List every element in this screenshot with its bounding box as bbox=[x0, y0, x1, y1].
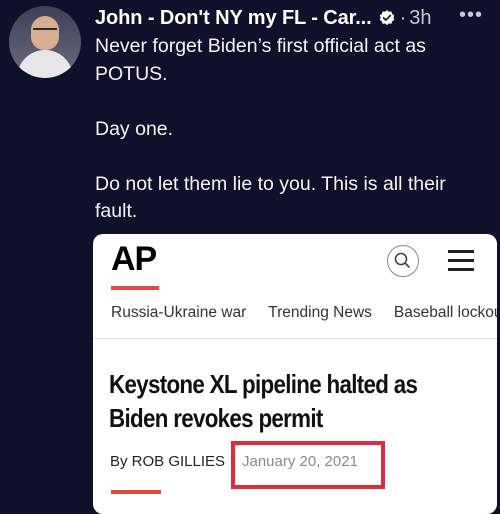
tweet-text-line: Never forget Biden’s first official act … bbox=[95, 35, 426, 57]
headline-line: Keystone XL pipeline halted as bbox=[109, 369, 418, 399]
attached-image-ap-article[interactable]: AP Russia-Ukraine war Trending News Base… bbox=[93, 234, 497, 514]
date-highlight-box bbox=[231, 441, 385, 489]
tweet-timestamp[interactable]: 3h bbox=[409, 7, 431, 30]
avatar-glasses bbox=[33, 28, 57, 36]
headline-line: Biden revokes permit bbox=[109, 403, 323, 433]
tweet-text-line: Day one. bbox=[95, 118, 174, 140]
article-accent-bar bbox=[111, 490, 161, 494]
tweet-text-line: fault. bbox=[95, 200, 138, 222]
avatar[interactable] bbox=[9, 6, 81, 78]
verified-badge-icon bbox=[378, 9, 396, 27]
logo-underline bbox=[111, 286, 159, 290]
search-icon[interactable] bbox=[387, 245, 419, 277]
nav-item-russia-ukraine[interactable]: Russia-Ukraine war bbox=[111, 304, 246, 322]
tweet-text-line: Do not let them lie to you. This is all … bbox=[95, 173, 446, 195]
nav-item-baseball[interactable]: Baseball lockou bbox=[394, 304, 497, 322]
ap-nav: Russia-Ukraine war Trending News Basebal… bbox=[111, 304, 497, 322]
hamburger-menu-icon[interactable] bbox=[448, 248, 474, 272]
tweet-text-line: POTUS. bbox=[95, 63, 168, 85]
tweet-header: John - Don't NY my FL - Car... · 3h bbox=[95, 2, 432, 34]
article-byline: By ROB GILLIES bbox=[110, 453, 226, 470]
avatar-shoulders bbox=[17, 50, 73, 78]
divider bbox=[93, 338, 497, 339]
article-headline: Keystone XL pipeline halted as Biden rev… bbox=[109, 367, 440, 435]
tweet: John - Don't NY my FL - Car... · 3h ••• … bbox=[0, 0, 500, 514]
ap-logo: AP bbox=[111, 240, 157, 278]
nav-item-trending[interactable]: Trending News bbox=[268, 304, 372, 322]
display-name[interactable]: John - Don't NY my FL - Car... bbox=[95, 7, 372, 30]
separator-dot: · bbox=[399, 6, 407, 29]
more-dots-icon[interactable]: ••• bbox=[459, 4, 483, 27]
